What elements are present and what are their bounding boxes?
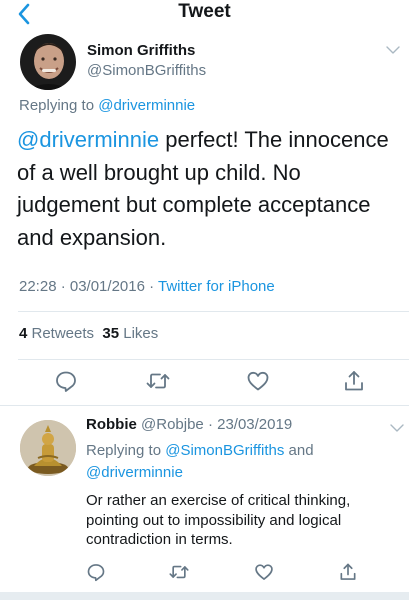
author-name[interactable]: Simon Griffiths xyxy=(87,42,195,59)
divider xyxy=(0,405,409,406)
heart-icon xyxy=(247,371,269,391)
engagement-stats: 4 Retweets 35 Likes xyxy=(19,325,158,342)
like-button[interactable] xyxy=(250,558,278,586)
chevron-down-icon xyxy=(386,46,400,54)
like-button[interactable] xyxy=(244,367,272,395)
share-button[interactable] xyxy=(340,367,368,395)
share-icon xyxy=(345,371,363,391)
divider xyxy=(18,311,409,312)
share-button[interactable] xyxy=(334,558,362,586)
more-options-button[interactable] xyxy=(386,42,400,60)
replying-prefix: Replying to xyxy=(86,442,166,459)
source-link[interactable]: Twitter for iPhone xyxy=(158,278,275,295)
likes-label[interactable]: Likes xyxy=(119,325,158,342)
replying-prefix: Replying to xyxy=(19,97,99,114)
bottom-separator xyxy=(0,592,409,600)
reply-header: Robbie @Robjbe · 23/03/2019 xyxy=(86,416,292,433)
reply-button[interactable] xyxy=(52,367,80,395)
timestamp: 22:28 · 03/01/2016 · xyxy=(19,278,158,295)
reply-icon xyxy=(87,564,105,582)
reply-author-name[interactable]: Robbie xyxy=(86,416,137,433)
like-count[interactable]: 35 xyxy=(102,325,119,342)
page-title: Tweet xyxy=(178,1,231,22)
reply-replying-to: Replying to @SimonBGriffiths and @driverm… xyxy=(86,440,386,484)
reply-button[interactable] xyxy=(82,558,110,586)
top-bar: Tweet xyxy=(0,0,409,30)
more-options-button[interactable] xyxy=(390,420,404,438)
share-icon xyxy=(340,563,356,580)
chevron-down-icon xyxy=(390,424,404,432)
avatar[interactable] xyxy=(20,420,76,476)
retweets-label[interactable]: Retweets xyxy=(27,325,102,342)
reply-icon xyxy=(56,371,76,392)
divider xyxy=(18,359,409,360)
reply-author-handle[interactable]: @Robjbe · 23/03/2019 xyxy=(137,416,292,433)
heart-icon xyxy=(255,564,273,580)
mention-link[interactable]: @driverminnie xyxy=(86,464,183,481)
mention-link[interactable]: @SimonBGriffiths xyxy=(165,442,284,459)
mention-link[interactable]: @driverminnie xyxy=(17,127,159,152)
avatar[interactable] xyxy=(20,34,76,90)
mention-link[interactable]: @driverminnie xyxy=(98,97,195,114)
retweet-button[interactable] xyxy=(165,558,193,586)
tweet-meta: 22:28 · 03/01/2016 · Twitter for iPhone xyxy=(19,278,275,295)
reply-text: Or rather an exercise of critical thinki… xyxy=(86,492,351,548)
replying-to: Replying to @driverminnie xyxy=(19,97,195,114)
retweet-button[interactable] xyxy=(144,367,172,395)
retweet-icon xyxy=(146,373,170,389)
tweet-text: @driverminnie perfect! The innocence of … xyxy=(17,124,402,254)
author-handle[interactable]: @SimonBGriffiths xyxy=(87,62,206,79)
retweet-icon xyxy=(169,565,189,579)
replying-and: and xyxy=(284,442,314,459)
